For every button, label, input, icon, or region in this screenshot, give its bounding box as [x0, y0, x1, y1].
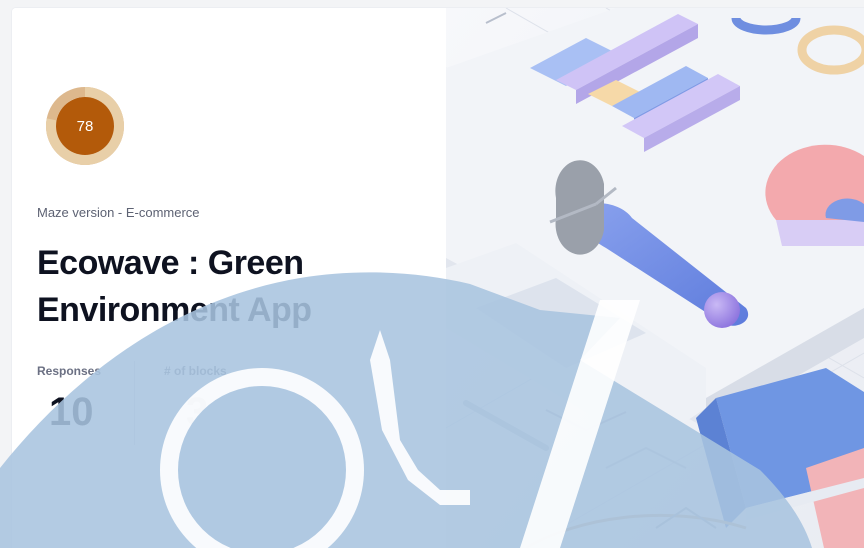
maze-cover-illustration: [446, 8, 864, 548]
responses-count: 10: [49, 390, 94, 434]
card-info-panel: 78 Maze version - E-commerce Ecowave : G…: [12, 8, 446, 548]
maze-version-label: Maze version - E-commerce: [37, 205, 200, 220]
responses-label: Responses: [37, 364, 102, 378]
score-value: 78: [76, 117, 94, 135]
blocks-count: 3: [186, 390, 209, 434]
maze-card[interactable]: 78 Maze version - E-commerce Ecowave : G…: [12, 8, 864, 548]
project-title[interactable]: Ecowave : Green Environment App: [37, 240, 377, 334]
blocks-label: # of blocks: [164, 364, 227, 378]
stats-divider: [134, 361, 135, 445]
